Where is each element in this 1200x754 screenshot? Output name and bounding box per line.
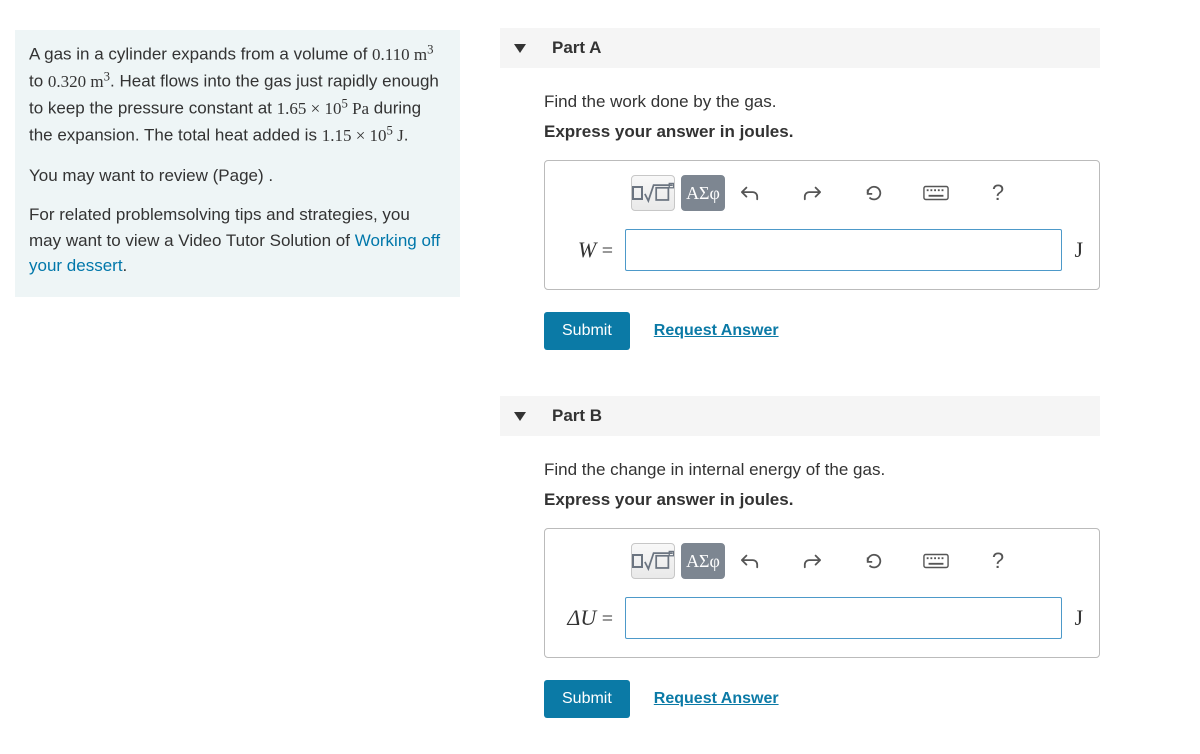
reset-button[interactable]: [855, 543, 893, 579]
part-a-toolbar: ΑΣφ ?: [561, 175, 1083, 211]
part-a-question: Find the work done by the gas.: [544, 92, 1100, 112]
problem-statement-panel: A gas in a cylinder expands from a volum…: [15, 30, 460, 297]
problem-text: A gas in a cylinder expands from a volum…: [29, 40, 446, 149]
part-b-request-link[interactable]: Request Answer: [654, 690, 779, 708]
keyboard-icon: [923, 185, 949, 201]
part-b-input-row: ΔU = J: [561, 597, 1083, 639]
part-b-answer-box: ΑΣφ ? ΔU =: [544, 528, 1100, 658]
part-b-title: Part B: [552, 406, 602, 426]
part-b-input[interactable]: [625, 597, 1062, 639]
help-button[interactable]: ?: [979, 543, 1017, 579]
template-button[interactable]: [631, 175, 675, 211]
questions-panel: Part A Find the work done by the gas. Ex…: [500, 28, 1100, 718]
part-a-input-row: W = J: [561, 229, 1083, 271]
rect-icon: [632, 186, 643, 200]
rect-icon: [632, 554, 643, 568]
reset-button[interactable]: [855, 175, 893, 211]
part-a-submit-button[interactable]: Submit: [544, 312, 630, 350]
part-b-submit-button[interactable]: Submit: [544, 680, 630, 718]
sqrt-icon: [644, 550, 674, 572]
undo-icon: [741, 553, 759, 569]
help-button[interactable]: ?: [979, 175, 1017, 211]
redo-icon: [803, 185, 821, 201]
undo-button[interactable]: [731, 543, 769, 579]
reset-icon: [865, 184, 883, 202]
keyboard-button[interactable]: [917, 543, 955, 579]
related-tips: For related problemsolving tips and stra…: [29, 202, 446, 279]
part-b-instruction: Express your answer in joules.: [544, 490, 1100, 510]
collapse-icon: [514, 412, 526, 421]
part-a-submit-row: Submit Request Answer: [544, 312, 1100, 350]
part-a-body: Find the work done by the gas. Express y…: [500, 92, 1100, 350]
redo-button[interactable]: [793, 175, 831, 211]
part-a-header[interactable]: Part A: [500, 28, 1100, 68]
reset-icon: [865, 552, 883, 570]
undo-icon: [741, 185, 759, 201]
part-b-question: Find the change in internal energy of th…: [544, 460, 1100, 480]
undo-button[interactable]: [731, 175, 769, 211]
redo-button[interactable]: [793, 543, 831, 579]
part-b-toolbar: ΑΣφ ?: [561, 543, 1083, 579]
part-b-body: Find the change in internal energy of th…: [500, 460, 1100, 718]
keyboard-button[interactable]: [917, 175, 955, 211]
part-a-unit: J: [1074, 237, 1083, 263]
part-a-input[interactable]: [625, 229, 1062, 271]
review-hint: You may want to review (Page) .: [29, 163, 446, 189]
part-a-request-link[interactable]: Request Answer: [654, 322, 779, 340]
sqrt-icon: [644, 182, 674, 204]
template-button[interactable]: [631, 543, 675, 579]
part-b-submit-row: Submit Request Answer: [544, 680, 1100, 718]
greek-button[interactable]: ΑΣφ: [681, 175, 725, 211]
collapse-icon: [514, 44, 526, 53]
part-a-instruction: Express your answer in joules.: [544, 122, 1100, 142]
greek-button[interactable]: ΑΣφ: [681, 543, 725, 579]
keyboard-icon: [923, 553, 949, 569]
redo-icon: [803, 553, 821, 569]
part-b-header[interactable]: Part B: [500, 396, 1100, 436]
part-b-var-label: ΔU =: [561, 605, 613, 631]
part-a-var-label: W =: [561, 237, 613, 263]
part-a-answer-box: ΑΣφ ? W =: [544, 160, 1100, 290]
part-a-title: Part A: [552, 38, 601, 58]
part-b-unit: J: [1074, 605, 1083, 631]
